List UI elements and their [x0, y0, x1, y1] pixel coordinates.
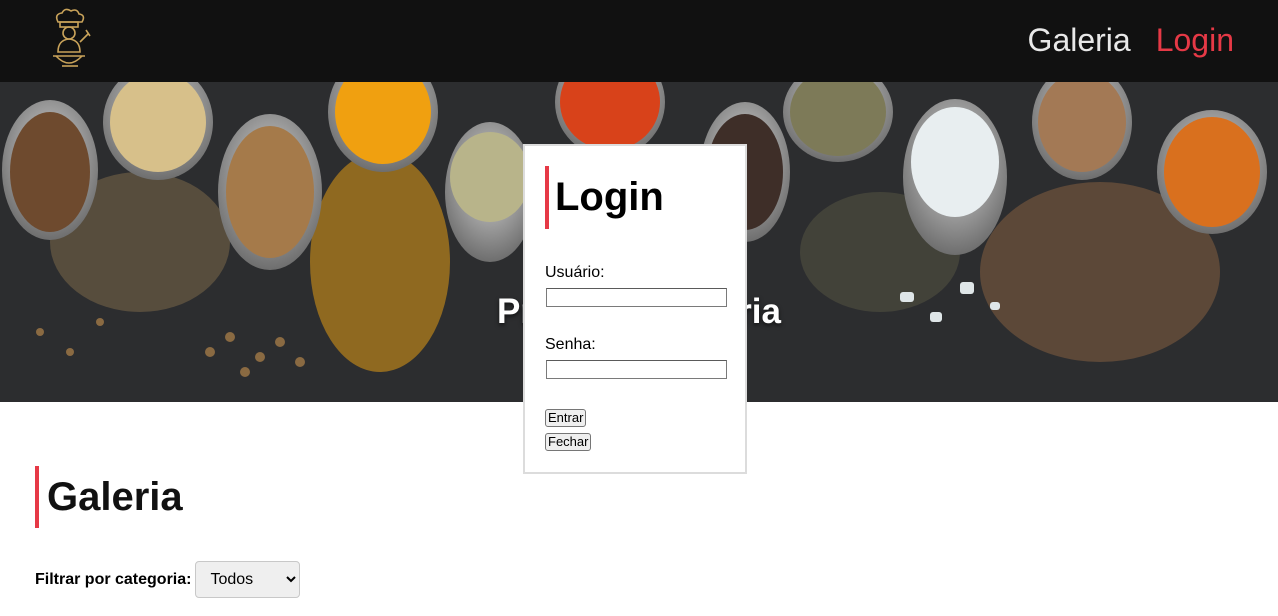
chef-logo-icon[interactable] — [44, 8, 96, 72]
gallery-heading: Galeria — [35, 466, 183, 528]
nav-link-login[interactable]: Login — [1156, 20, 1234, 60]
password-input[interactable] — [546, 360, 727, 379]
main-nav: Galeria Login — [1028, 20, 1234, 60]
entrar-button[interactable]: Entrar — [545, 409, 587, 427]
nav-link-galeria[interactable]: Galeria — [1028, 20, 1131, 60]
gallery-title: Galeria — [47, 475, 183, 519]
fechar-button[interactable]: Fechar — [545, 433, 592, 451]
password-label: Senha: — [545, 336, 596, 353]
category-select[interactable]: Todos — [195, 561, 301, 598]
top-navbar: Galeria Login — [0, 0, 1278, 82]
login-modal: Login Usuário: Senha: Entrar Fechar — [523, 144, 747, 474]
username-label: Usuário: — [545, 264, 605, 281]
login-modal-title: Login — [555, 175, 664, 219]
username-input[interactable] — [546, 288, 727, 307]
filter-label: Filtrar por categoria: — [35, 570, 192, 588]
category-filter: Filtrar por categoria: Todos — [35, 561, 301, 598]
login-modal-heading: Login — [545, 166, 664, 229]
